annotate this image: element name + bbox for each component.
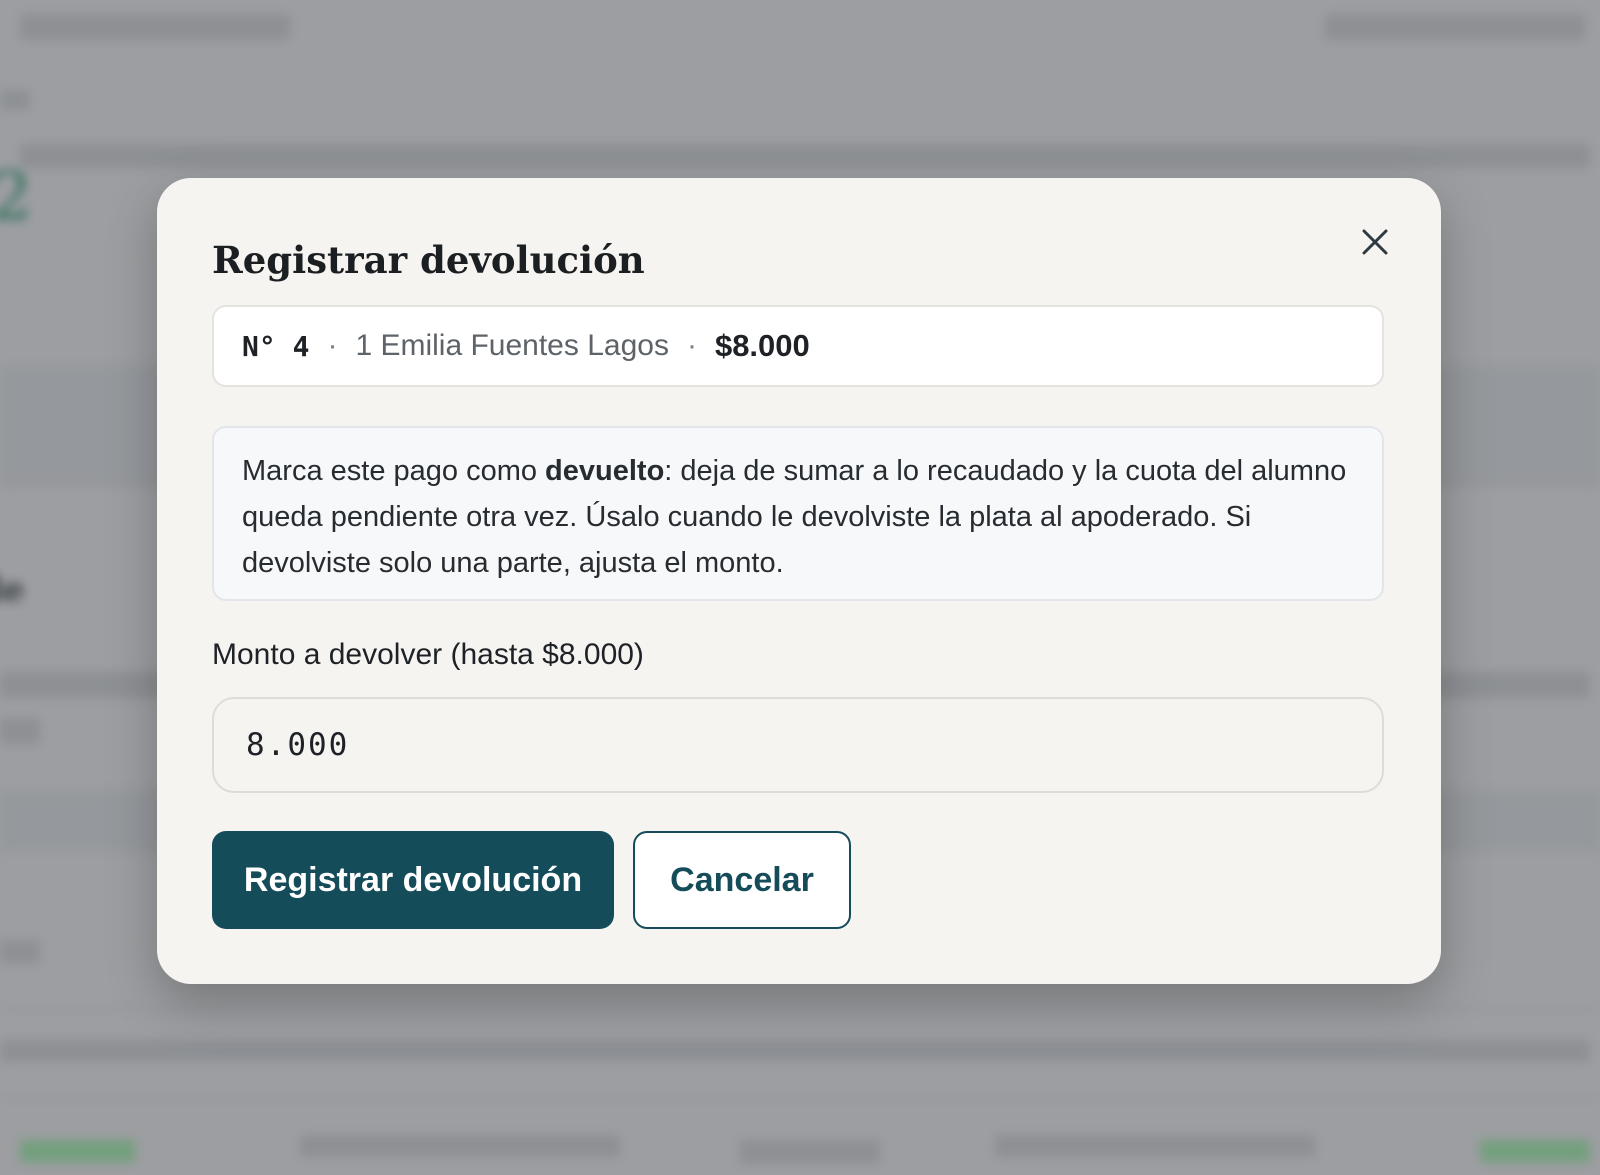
info-text-bold: devuelto <box>545 455 665 487</box>
bg-header-bar <box>20 14 290 40</box>
payment-number: N° 4 <box>242 329 310 363</box>
submit-refund-button[interactable]: Registrar devolución <box>212 831 614 929</box>
bg-subtitle <box>20 144 1590 168</box>
bg-stat-number: 2 <box>0 158 32 235</box>
bg-status-pill <box>20 1140 135 1162</box>
bg-table-cell-3 <box>995 1135 1315 1157</box>
bg-amount-pill <box>1480 1140 1590 1162</box>
bg-table-divider-2 <box>0 1098 1600 1099</box>
bg-label <box>0 90 30 110</box>
bg-table-cell-2 <box>740 1140 880 1164</box>
bg-section-title: le <box>0 570 25 610</box>
refund-modal: Registrar devolución N° 4 · 1 Emilia Fue… <box>157 178 1441 984</box>
payment-amount: $8.000 <box>714 328 810 363</box>
bg-filter <box>0 940 40 964</box>
info-text-before: Marca este pago como <box>242 455 546 487</box>
summary-separator: · <box>686 329 697 362</box>
bg-table-cell <box>300 1135 620 1157</box>
bg-header-actions <box>1325 14 1585 40</box>
info-notice: Marca este pago como devuelto: deja de s… <box>212 426 1384 601</box>
refund-amount-input[interactable] <box>212 697 1384 793</box>
payment-summary: N° 4 · 1 Emilia Fuentes Lagos · $8.000 <box>212 305 1384 387</box>
bg-description-2 <box>0 718 40 744</box>
close-icon <box>1362 229 1388 255</box>
close-button[interactable] <box>1357 224 1393 260</box>
student-name: 1 Emilia Fuentes Lagos <box>355 329 669 362</box>
modal-title: Registrar devolución <box>212 238 645 282</box>
summary-separator: · <box>327 329 338 362</box>
cancel-button[interactable]: Cancelar <box>633 831 851 929</box>
bg-table-header <box>0 1040 1590 1062</box>
amount-label: Monto a devolver (hasta $8.000) <box>212 638 644 671</box>
bg-table-divider <box>0 1008 1600 1009</box>
